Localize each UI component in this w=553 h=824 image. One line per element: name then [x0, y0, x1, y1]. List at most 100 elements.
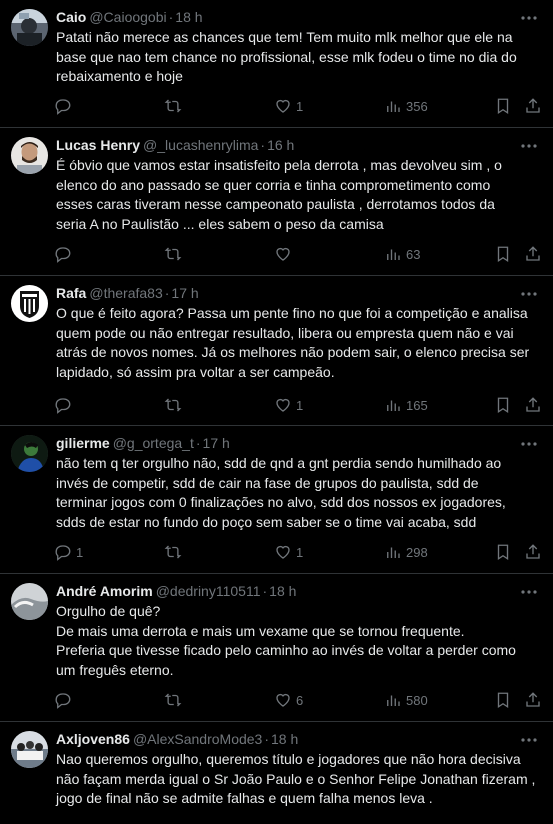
- separator-dot: ·: [164, 285, 170, 301]
- heart-icon: [276, 545, 290, 559]
- retweet-button[interactable]: [164, 393, 186, 417]
- user-handle[interactable]: @Caioogobi: [89, 9, 166, 25]
- bookmark-button[interactable]: [494, 94, 512, 118]
- tweet[interactable]: Axljoven86 @AlexSandroMode3 · 18 h Nao quer…: [0, 722, 553, 824]
- retweet-button[interactable]: [164, 688, 186, 712]
- replies-timeline: Caio @Caioogobi · 18 h Patati não merece as…: [0, 0, 553, 824]
- reply-button[interactable]: [54, 393, 76, 417]
- share-button[interactable]: [524, 242, 542, 266]
- share-button[interactable]: [524, 94, 542, 118]
- timestamp[interactable]: 16 h: [267, 137, 294, 153]
- timestamp[interactable]: 18 h: [271, 731, 298, 747]
- more-options-icon[interactable]: [519, 284, 539, 304]
- tweet-header: gilierme @g_ortega_t · 17 h: [56, 433, 539, 453]
- tweet-content: Axljoven86 @AlexSandroMode3 · 18 h Nao quer…: [56, 729, 539, 809]
- user-handle[interactable]: @g_ortega_t: [113, 435, 194, 451]
- avatar[interactable]: [11, 285, 48, 322]
- bookmark-button[interactable]: [494, 540, 512, 564]
- separator-dot: ·: [168, 9, 174, 25]
- timestamp[interactable]: 17 h: [203, 435, 230, 451]
- tweet[interactable]: Lucas Henry @_lucashenrylima · 16 h É óbvio…: [0, 128, 553, 276]
- view-count: 63: [406, 246, 421, 262]
- like-count: 1: [296, 397, 304, 413]
- tweet-header: Rafa @therafa83 · 17 h: [56, 283, 539, 303]
- more-options-icon[interactable]: [519, 8, 539, 28]
- heart-icon: [276, 99, 290, 113]
- avatar[interactable]: [11, 731, 48, 768]
- share-button[interactable]: [524, 393, 542, 417]
- more-options-icon[interactable]: [519, 730, 539, 750]
- display-name[interactable]: gilierme: [56, 435, 110, 451]
- like-button[interactable]: 6: [274, 688, 303, 712]
- share-icon: [526, 397, 540, 412]
- display-name[interactable]: Caio: [56, 9, 86, 25]
- tweet-text: É óbvio que vamos estar insatisfeito pel…: [56, 157, 502, 232]
- views-button[interactable]: 298: [384, 540, 428, 564]
- tweet-actions: 1 165: [54, 393, 543, 417]
- tweet-content: gilierme @g_ortega_t · 17 h não tem q ter o…: [56, 433, 539, 532]
- tweet-content: André Amorim @dedriny110511 · 18 h Orgulho …: [56, 581, 539, 680]
- retweet-button[interactable]: [164, 94, 186, 118]
- like-count: 1: [296, 98, 304, 114]
- more-options-icon[interactable]: [519, 434, 539, 454]
- display-name[interactable]: Rafa: [56, 285, 86, 301]
- tweet-content: Caio @Caioogobi · 18 h Patati não merece as…: [56, 7, 539, 87]
- tweet[interactable]: gilierme @g_ortega_t · 17 h não tem q ter o…: [0, 426, 553, 574]
- views-button[interactable]: 356: [384, 94, 428, 118]
- bookmark-button[interactable]: [494, 242, 512, 266]
- share-button[interactable]: [524, 540, 542, 564]
- more-options-icon[interactable]: [519, 582, 539, 602]
- tweet-header: Axljoven86 @AlexSandroMode3 · 18 h: [56, 729, 539, 749]
- tweet-actions: 6 580: [54, 688, 543, 712]
- bookmark-icon: [497, 246, 509, 263]
- display-name[interactable]: Lucas Henry: [56, 137, 140, 153]
- views-chart-icon: [387, 547, 400, 558]
- reply-button[interactable]: [54, 688, 76, 712]
- bookmark-button[interactable]: [494, 688, 512, 712]
- display-name[interactable]: Axljoven86: [56, 731, 130, 747]
- retweet-icon: [164, 398, 182, 412]
- like-button[interactable]: [274, 242, 296, 266]
- tweet[interactable]: Rafa @therafa83 · 17 h O que é feito agora?…: [0, 276, 553, 426]
- tweet-text: Nao queremos orgulho, queremos título e …: [56, 751, 536, 806]
- avatar[interactable]: [11, 583, 48, 620]
- heart-icon: [276, 398, 290, 412]
- tweet[interactable]: Caio @Caioogobi · 18 h Patati não merece as…: [0, 0, 553, 128]
- views-button[interactable]: 580: [384, 688, 428, 712]
- reply-icon: [55, 693, 71, 709]
- reply-button[interactable]: [54, 94, 76, 118]
- share-button[interactable]: [524, 688, 542, 712]
- separator-dot: ·: [264, 731, 270, 747]
- view-count: 356: [406, 98, 428, 114]
- user-handle[interactable]: @_lucashenrylima: [143, 137, 258, 153]
- timestamp[interactable]: 17 h: [171, 285, 198, 301]
- tweet-header: André Amorim @dedriny110511 · 18 h: [56, 581, 539, 601]
- avatar[interactable]: [11, 9, 48, 46]
- bookmark-button[interactable]: [494, 393, 512, 417]
- reply-button[interactable]: 1: [54, 540, 83, 564]
- like-button[interactable]: 1: [274, 540, 303, 564]
- avatar[interactable]: [11, 435, 48, 472]
- view-count: 165: [406, 397, 428, 413]
- user-handle[interactable]: @dedriny110511: [156, 583, 261, 599]
- reply-button[interactable]: [54, 242, 76, 266]
- share-icon: [526, 544, 540, 559]
- tweet-content: Lucas Henry @_lucashenrylima · 16 h É óbvio…: [56, 135, 539, 234]
- like-button[interactable]: 1: [274, 94, 303, 118]
- user-handle[interactable]: @therafa83: [89, 285, 162, 301]
- retweet-button[interactable]: [164, 540, 186, 564]
- display-name[interactable]: André Amorim: [56, 583, 153, 599]
- timestamp[interactable]: 18 h: [175, 9, 202, 25]
- timestamp[interactable]: 18 h: [269, 583, 296, 599]
- tweet-content: Rafa @therafa83 · 17 h O que é feito agora?…: [56, 283, 539, 382]
- views-button[interactable]: 63: [384, 242, 420, 266]
- user-handle[interactable]: @AlexSandroMode3: [133, 731, 262, 747]
- retweet-button[interactable]: [164, 242, 186, 266]
- tweet[interactable]: André Amorim @dedriny110511 · 18 h Orgulho …: [0, 574, 553, 722]
- bookmark-icon: [497, 692, 509, 709]
- avatar[interactable]: [11, 137, 48, 174]
- reply-icon: [55, 99, 71, 115]
- like-button[interactable]: 1: [274, 393, 303, 417]
- views-button[interactable]: 165: [384, 393, 428, 417]
- more-options-icon[interactable]: [519, 136, 539, 156]
